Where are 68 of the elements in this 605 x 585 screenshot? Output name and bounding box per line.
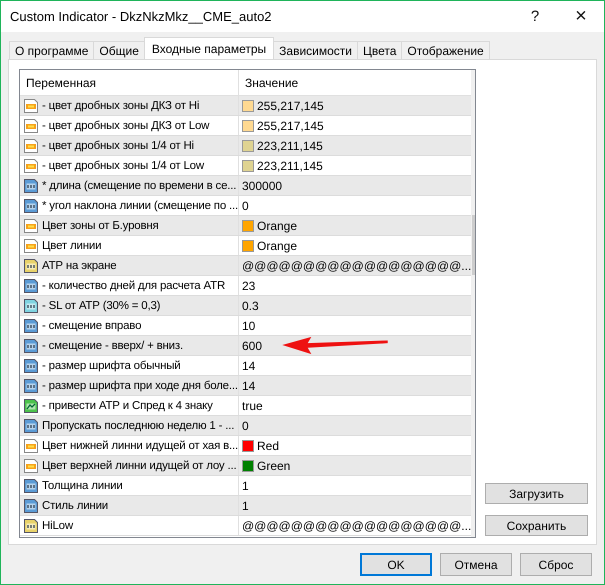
tab[interactable]: Цвета — [356, 41, 402, 59]
parameter-cell[interactable]: - привести АТР и Спред к 4 знаку — [20, 396, 239, 415]
value-cell[interactable]: 1 — [239, 476, 472, 495]
value-cell[interactable]: 223,211,145 — [239, 136, 472, 155]
dialog-button[interactable]: Отмена — [440, 553, 512, 576]
parameter-cell[interactable]: Стиль линии — [20, 496, 239, 515]
parameter-cell[interactable]: - цвет дробных зоны 1/4 от Hi — [20, 136, 239, 155]
value-cell[interactable]: Orange — [239, 236, 472, 255]
dialog-button[interactable]: Сброс — [520, 553, 592, 576]
palette-icon — [23, 458, 39, 474]
side-button[interactable]: Загрузить — [485, 483, 588, 504]
parameter-cell[interactable]: Цвет нижней линни идущей от хая в... — [20, 436, 239, 455]
parameter-cell[interactable]: - цвет дробных зоны ДКЗ от Low — [20, 116, 239, 135]
value-type-icon — [23, 378, 39, 394]
value-cell[interactable]: Red — [239, 436, 472, 455]
parameter-cell[interactable]: - цвет дробных зоны 1/4 от Low — [20, 156, 239, 175]
value-cell[interactable]: 1 — [239, 496, 472, 515]
value-cell[interactable]: @@@@@@@@@@@@@@@@@@... — [239, 256, 472, 275]
value-type-icon — [23, 178, 39, 194]
tab[interactable]: Отображение — [401, 41, 490, 59]
value-cell[interactable]: true — [239, 396, 472, 415]
window-title: Custom Indicator - DkzNkzMkz__CME_auto2 — [10, 9, 273, 24]
tab[interactable]: Входные параметры — [144, 37, 274, 59]
palette-icon — [23, 98, 39, 114]
value-cell[interactable]: Green — [239, 456, 472, 475]
value-cell[interactable]: 223,211,145 — [239, 156, 472, 175]
value-cell[interactable]: Orange — [239, 216, 472, 235]
value-type-icon — [23, 258, 39, 274]
parameter-cell[interactable]: Цвет зоны от Б.уровня — [20, 216, 239, 235]
value-type-icon — [23, 498, 39, 514]
help-button[interactable]: ? — [512, 1, 558, 32]
value-cell[interactable]: 0.3 — [239, 296, 472, 315]
parameter-cell[interactable]: HiLow — [20, 516, 239, 535]
parameter-cell[interactable]: АТР на экране — [20, 256, 239, 275]
parameter-cell[interactable]: Толщина линии — [20, 476, 239, 495]
parameter-cell[interactable]: Цвет верхней линни идущей от лоу ... — [20, 456, 239, 475]
palette-icon — [23, 218, 39, 234]
parameter-cell[interactable]: - смещение вправо — [20, 316, 239, 335]
parameter-cell[interactable]: - смещение - вверх/ + вниз. — [20, 336, 239, 355]
parameter-cell[interactable]: * угол наклона линии (смещение по ... — [20, 196, 239, 215]
value-type-icon — [23, 298, 39, 314]
dialog-button[interactable]: OK — [360, 553, 432, 576]
palette-icon — [23, 138, 39, 154]
value-cell[interactable]: 14 — [239, 356, 472, 375]
parameter-cell[interactable]: Цвет линии — [20, 236, 239, 255]
parameter-cell[interactable]: * длина (смещение по времени в се... — [20, 176, 239, 195]
side-button[interactable]: Сохранить — [485, 515, 588, 536]
close-button[interactable]: × — [558, 1, 604, 32]
value-cell[interactable]: 0 — [239, 196, 472, 215]
parameter-cell[interactable]: - размер шрифта обычный — [20, 356, 239, 375]
value-type-icon — [23, 338, 39, 354]
value-cell[interactable]: 14 — [239, 376, 472, 395]
value-cell[interactable]: 0 — [239, 416, 472, 435]
value-cell[interactable]: 600 — [239, 336, 472, 355]
parameter-cell[interactable]: Пропускать последнюю неделю 1 - ... — [20, 416, 239, 435]
parameter-cell[interactable]: - количество дней для расчета ATR — [20, 276, 239, 295]
parameter-cell[interactable]: - размер шрифта при ходе дня боле... — [20, 376, 239, 395]
value-cell[interactable]: 10 — [239, 316, 472, 335]
value-cell[interactable]: @@@@@@@@@@@@@@@@@@... — [239, 516, 472, 535]
tab[interactable]: Общие — [93, 41, 145, 59]
tab[interactable]: О программе — [9, 41, 94, 59]
parameter-cell[interactable]: - SL от АТР (30% = 0,3) — [20, 296, 239, 315]
value-cell[interactable]: 23 — [239, 276, 472, 295]
value-cell[interactable]: 300000 — [239, 176, 472, 195]
value-type-icon — [23, 418, 39, 434]
value-cell[interactable]: 255,217,145 — [239, 96, 472, 115]
value-cell[interactable]: 255,217,145 — [239, 116, 472, 135]
parameter-cell[interactable]: - цвет дробных зоны ДКЗ от Hi — [20, 96, 239, 115]
